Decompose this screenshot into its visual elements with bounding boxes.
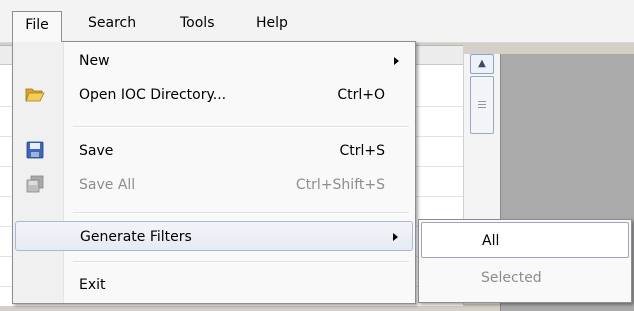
- shortcut-label: Ctrl+Shift+S: [295, 177, 385, 193]
- menu-tools[interactable]: Tools: [180, 11, 215, 35]
- file-menu: New Open IOC Directory... Ctrl+O Save Ct…: [12, 41, 416, 304]
- menu-item-open-ioc-directory[interactable]: Open IOC Directory... Ctrl+O: [15, 80, 413, 110]
- menu-bar: File Search Tools Help: [0, 0, 634, 43]
- menu-item-label: Exit: [79, 277, 106, 293]
- menu-separator: [73, 126, 409, 128]
- menu-help[interactable]: Help: [256, 11, 288, 35]
- menu-item-generate-filters[interactable]: Generate Filters: [15, 221, 413, 251]
- menu-search[interactable]: Search: [88, 11, 136, 35]
- menu-item-label: New: [79, 53, 110, 69]
- menu-item-save-all[interactable]: Save All Ctrl+Shift+S: [15, 170, 413, 200]
- submenu-item-selected[interactable]: Selected: [421, 260, 629, 296]
- save-all-icon: [25, 174, 45, 194]
- menu-item-label: Save: [79, 143, 114, 159]
- submenu-item-label: Selected: [481, 270, 542, 286]
- menu-item-label: Generate Filters: [80, 229, 192, 245]
- menu-item-save[interactable]: Save Ctrl+S: [15, 136, 413, 166]
- scroll-up-icon[interactable]: ▲: [470, 54, 494, 74]
- menu-item-new[interactable]: New: [15, 46, 413, 76]
- submenu-arrow-icon: [393, 233, 398, 241]
- menu-item-label: Save All: [79, 177, 136, 193]
- submenu-item-label: All: [482, 233, 500, 249]
- menu-file[interactable]: File: [12, 11, 62, 42]
- open-folder-icon: [25, 84, 45, 104]
- menu-item-exit[interactable]: Exit: [15, 270, 413, 300]
- shortcut-label: Ctrl+O: [337, 87, 385, 103]
- generate-filters-submenu: All Selected: [418, 219, 632, 303]
- submenu-item-all[interactable]: All: [421, 222, 629, 258]
- menu-separator: [73, 212, 409, 214]
- shortcut-label: Ctrl+S: [339, 143, 385, 159]
- scroll-thumb[interactable]: [470, 76, 494, 134]
- menu-separator: [73, 261, 409, 263]
- menu-item-label: Open IOC Directory...: [79, 87, 227, 103]
- submenu-arrow-icon: [394, 57, 399, 65]
- save-icon: [25, 140, 45, 160]
